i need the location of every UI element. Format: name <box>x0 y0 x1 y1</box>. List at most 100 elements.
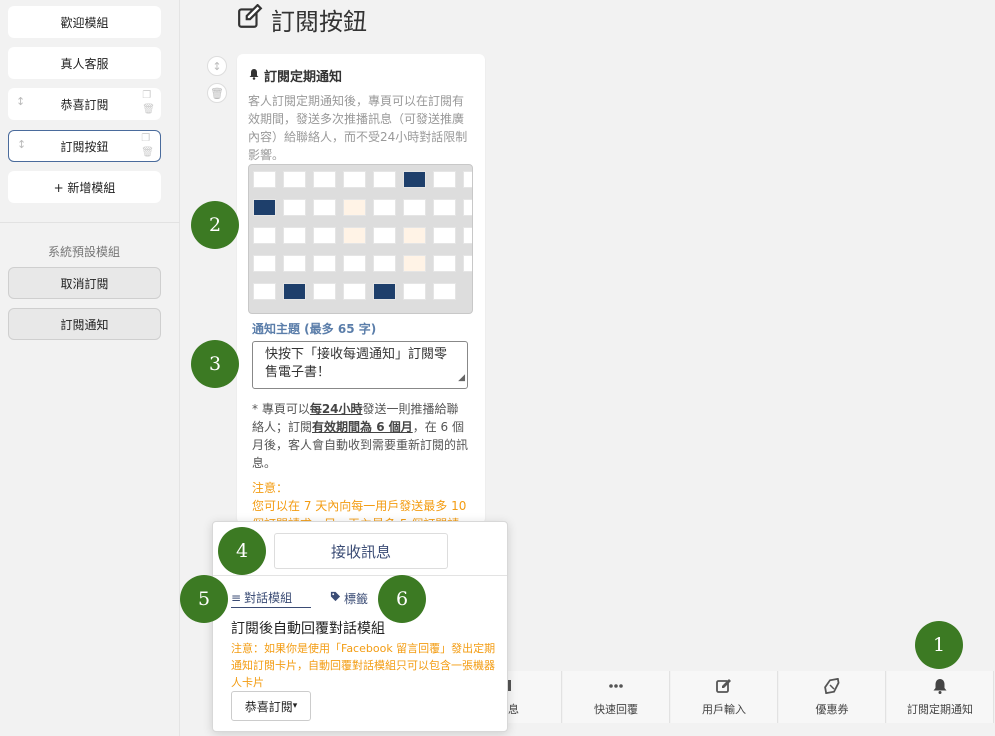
add-module-label: + 新增模組 <box>53 180 116 195</box>
page-title-text: 訂閱按鈕 <box>271 8 367 36</box>
toolbar-label: 用戶輸入 <box>702 702 746 716</box>
module-item-subscribe-button[interactable]: ↕ 訂閱按鈕 ❐ 🗑 <box>8 130 161 162</box>
bell-icon <box>248 68 260 84</box>
card-note: 注意： 您可以在 7 天內向每一用戶發送最多 10 個訂閱請求，另一天內最多 5… <box>252 479 470 524</box>
card-title-text: 訂閱定期通知 <box>264 70 343 85</box>
list-icon: ≡ <box>231 590 242 605</box>
system-module-unsubscribe[interactable]: 取消訂閱 <box>8 267 161 299</box>
preview-thumbnail <box>403 227 426 244</box>
toolbar-recurring-notification[interactable]: 訂閱定期通知 <box>887 671 994 723</box>
card-note-title: 注意： <box>252 481 289 495</box>
preview-thumbnail <box>373 199 396 216</box>
add-module-button[interactable]: + 新增模組 <box>8 171 161 203</box>
marker-6: 6 <box>378 575 426 623</box>
drag-handle-icon[interactable]: ↕ <box>17 138 26 151</box>
preview-thumbnail <box>283 283 306 300</box>
marker-4: 4 <box>218 527 266 575</box>
preview-thumbnail <box>253 171 276 188</box>
system-module-label: 訂閱通知 <box>60 317 109 332</box>
card-note-body: 您可以在 7 天內向每一用戶發送最多 10 個訂閱請求，另一天內最多 5 個訂閱… <box>252 499 467 524</box>
card-description: 客人訂閱定期通知後，專頁可以在訂閱有效期間，發送多次推播訊息（可發送推廣內容）給… <box>248 94 468 162</box>
toolbar-label: 訂閱定期通知 <box>907 702 973 716</box>
preview-thumbnail <box>373 255 396 272</box>
preview-thumbnail <box>313 199 336 216</box>
preview-thumbnail <box>403 199 426 216</box>
trash-icon[interactable]: 🗑 <box>142 104 155 116</box>
preview-thumbnail <box>343 227 366 244</box>
marker-2: 2 <box>191 201 239 249</box>
preview-thumbnail <box>373 227 396 244</box>
preview-thumbnail <box>403 171 426 188</box>
topic-label: 通知主題 (最多 65 字) <box>252 322 377 336</box>
edit-icon <box>237 3 263 36</box>
toolbar-label: 快速回覆 <box>594 702 638 716</box>
toolbar-coupon[interactable]: 優惠券 <box>779 671 886 723</box>
module-select-value: 恭喜訂閱 <box>244 699 293 714</box>
topic-value: 快按下「接收每週通知」訂閱零售電子書！ <box>265 347 448 380</box>
receive-message-button[interactable]: 接收訊息 <box>274 533 448 569</box>
module-select[interactable]: 恭喜訂閱 ▾ <box>231 691 311 721</box>
copy-icon[interactable]: ❐ <box>141 133 154 145</box>
frequency-rule: * 專頁可以每24小時發送一則推播給聯絡人；訂閱有效期間為 6 個月，在 6 個… <box>252 402 469 470</box>
preview-thumbnail <box>433 171 456 188</box>
toolbar-user-input[interactable]: 用戶輸入 <box>671 671 778 723</box>
sidebar-divider <box>0 222 180 223</box>
module-sidebar: 歡迎模組 真人客服 ↕ 恭喜訂閱 ❐ 🗑 ↕ 訂閱按鈕 ❐ 🗑 + 新增模組 系… <box>0 0 180 736</box>
rule-highlight: 每24小時 <box>309 402 363 416</box>
preview-thumbnail <box>313 255 336 272</box>
preview-thumbnail <box>253 199 276 216</box>
preview-thumbnail <box>433 227 456 244</box>
preview-thumbnail <box>463 255 472 272</box>
marker-3: 3 <box>191 340 239 388</box>
module-item-live-agent[interactable]: 真人客服 <box>8 47 161 79</box>
preview-thumbnail <box>313 227 336 244</box>
preview-thumbnail <box>313 283 336 300</box>
page-title: 訂閱按鈕 <box>237 2 367 37</box>
preview-thumbnail <box>403 283 426 300</box>
preview-thumbnail <box>283 227 306 244</box>
module-item-welcome[interactable]: 歡迎模組 <box>8 6 161 38</box>
card-title: 訂閱定期通知 <box>248 66 342 85</box>
rule-highlight: 有效期間為 6 個月 <box>312 420 413 434</box>
preview-thumbnail <box>463 227 472 244</box>
module-label: 歡迎模組 <box>60 15 109 30</box>
preview-thumbnail <box>283 255 306 272</box>
toolbar-quick-reply[interactable]: 快速回覆 <box>563 671 670 723</box>
preview-thumbnail <box>283 199 306 216</box>
ticket-icon <box>823 677 841 697</box>
preview-thumbnail <box>253 255 276 272</box>
resize-grip-icon[interactable]: ◢ <box>458 369 465 387</box>
system-module-subscription-notice[interactable]: 訂閱通知 <box>8 308 161 340</box>
tab-tags[interactable]: 標籤 <box>330 588 368 608</box>
delete-card-icon[interactable]: 🗑 <box>207 83 227 103</box>
preview-thumbnail <box>373 283 396 300</box>
preview-thumbnail <box>463 199 472 216</box>
system-modules-title: 系統預設模組 <box>47 245 120 259</box>
preview-thumbnail <box>253 227 276 244</box>
auto-reply-heading: 訂閱後自動回覆對話模組 <box>231 621 385 637</box>
edit-icon <box>715 678 733 697</box>
copy-icon[interactable]: ❐ <box>142 90 155 102</box>
preview-thumbnail <box>463 171 472 188</box>
ellipsis-icon <box>607 678 625 697</box>
module-label: 訂閱按鈕 <box>60 139 109 154</box>
marker-1: 1 <box>915 621 963 669</box>
module-item-congrats[interactable]: ↕ 恭喜訂閱 ❐ 🗑 <box>8 88 161 120</box>
card-image-preview[interactable] <box>248 164 473 314</box>
card-type-toolbar: 訊息 快速回覆 用戶輸入 優惠券 訂閱定期通知 <box>455 671 995 723</box>
module-label: 真人客服 <box>60 56 109 71</box>
tab-dialog-module[interactable]: ≡ 對話模組 <box>231 588 311 608</box>
toolbar-label: 優惠券 <box>815 702 849 716</box>
preview-thumbnail <box>253 283 276 300</box>
trash-icon[interactable]: 🗑 <box>141 147 154 159</box>
preview-thumbnail <box>343 199 366 216</box>
tab-label: 標籤 <box>344 591 369 606</box>
drag-handle-icon[interactable]: ↕ <box>16 95 25 108</box>
tab-label: 對話模組 <box>244 591 293 605</box>
preview-thumbnail <box>343 255 366 272</box>
preview-thumbnail <box>373 171 396 188</box>
move-icon[interactable]: ↕ <box>207 56 227 76</box>
preview-thumbnail <box>433 199 456 216</box>
preview-thumbnail <box>283 171 306 188</box>
topic-input[interactable]: 快按下「接收每週通知」訂閱零售電子書！ ◢ <box>252 341 468 389</box>
